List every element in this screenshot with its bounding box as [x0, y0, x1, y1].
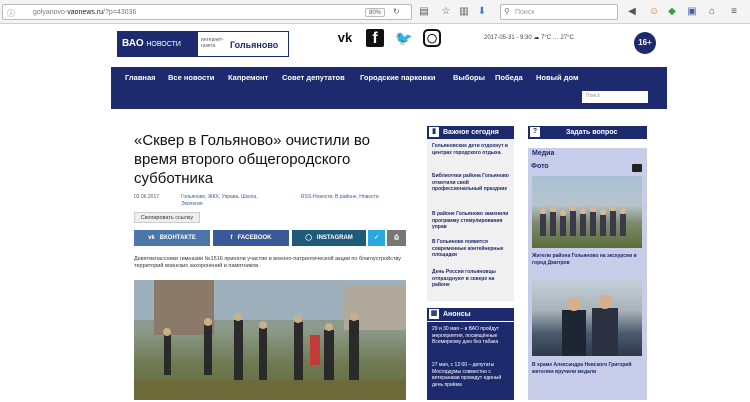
vk-icon[interactable]: vk [334, 28, 356, 48]
media-caption-1[interactable]: Жители района Гольяново на экскурсии в г… [532, 253, 642, 266]
article-title: «Сквер в Гольяново» очистили во время вт… [134, 132, 371, 187]
list-item[interactable]: День России гольяновцы отпразднуют в скв… [432, 269, 510, 289]
extension-icon[interactable]: ☺ [648, 6, 660, 18]
search-placeholder: Поиск [515, 9, 535, 16]
camera-icon[interactable] [632, 164, 642, 172]
question-icon: ? [530, 127, 540, 137]
today-heading: ▮ Важное сегодня [427, 126, 514, 139]
article-date: 02.06.2017 [134, 194, 160, 200]
shield-icon[interactable]: ◆ [666, 6, 678, 18]
media-caption-2[interactable]: В храме Александра Невского Григорий жит… [532, 362, 642, 375]
print-button[interactable]: ⎙ [387, 230, 406, 246]
logo-brand: ВАО НОВОСТИ [118, 32, 198, 56]
browser-toolbar: ⓘ golyanovo-vaonews.ru/?p=43036 80% ↻ ▤ … [0, 0, 750, 24]
logo-caption: интернет-газета [201, 37, 224, 49]
reader-view-icon[interactable]: ▤ [418, 6, 430, 18]
anons-heading: ▦ Анонсы [427, 308, 514, 321]
share-instagram-button[interactable]: ◯ INSTAGRAM [292, 230, 366, 246]
print-icon: ⎙ [394, 235, 399, 241]
date-weather: 2017-05-31 - 9:30 ☁ 7°C … 27°C [484, 35, 574, 41]
article-lead: Девятиклассники гимназии №1516 приняли у… [134, 256, 402, 269]
bookmark-star-icon[interactable]: ☆ [440, 6, 452, 18]
vk-extension-icon[interactable]: ▣ [686, 6, 698, 18]
list-item[interactable]: В районе Гольяново заменили программу ст… [432, 211, 510, 231]
list-item[interactable]: 27 мая, с 12:00 – депутаты Мосгордумы со… [432, 362, 510, 388]
nav-item-council[interactable]: Совет депутатов [282, 73, 345, 82]
age-badge: 16+ [634, 32, 656, 54]
media-photo-excursion-figures [540, 205, 626, 236]
media-photo-excursion[interactable] [532, 176, 642, 248]
today-list: Гольяновские дети отдохнут в центрах гор… [427, 139, 514, 301]
menu-icon[interactable]: ≡ [728, 6, 740, 18]
send-icon[interactable]: ◀ [626, 6, 638, 18]
list-item[interactable]: Гольяновские дети отдохнут в центрах гор… [432, 143, 510, 156]
address-bar[interactable]: ⓘ golyanovo-vaonews.ru/?p=43036 80% ↻ [2, 4, 412, 20]
info-icon[interactable]: ⓘ [7, 8, 15, 19]
nav-item-victory[interactable]: Победа [495, 73, 523, 82]
nav-item-all-news[interactable]: Все новости [168, 73, 214, 82]
search-icon: ⚲ [504, 7, 510, 16]
facebook-icon: f [230, 235, 233, 241]
nav-item-parking[interactable]: Городские парковки [360, 73, 435, 82]
twitter-icon: ✓ [373, 235, 380, 241]
url-text: golyanovo-vaonews.ru/?p=43036 [33, 9, 137, 16]
media-panel: Медиа Фото Жители района Гольяново на эк… [528, 148, 647, 400]
anons-list: 29 и 30 мая – в ВАО пройдут мероприятия,… [427, 322, 514, 400]
site-search-input[interactable]: Поиск [582, 91, 648, 103]
logo-district: Гольяново [230, 40, 279, 50]
instagram-icon[interactable]: ◯ [423, 29, 441, 47]
nav-item-home[interactable]: Главная [125, 73, 156, 82]
instagram-icon: ◯ [305, 235, 312, 241]
main-nav: Главная Все новости Капремонт Совет депу… [111, 67, 667, 109]
nav-item-new-home[interactable]: Новый дом [536, 73, 579, 82]
article-photo-figures [134, 280, 406, 400]
photo-heading[interactable]: Фото [531, 163, 549, 170]
nav-item-elections[interactable]: Выборы [453, 73, 485, 82]
list-item[interactable]: В Гольянове появятся современные контейн… [432, 239, 510, 259]
article-tags[interactable]: Гольяново, ЖКХ, Управа, Школа, Экология [181, 194, 258, 208]
facebook-icon[interactable]: f [366, 29, 384, 47]
site-logo[interactable]: ВАО НОВОСТИ интернет-газета Гольяново [117, 31, 289, 57]
list-item[interactable]: Библиотеки района Гольяново отметили сво… [432, 173, 510, 193]
article-photo [134, 280, 406, 400]
list-item[interactable]: 29 и 30 мая – в ВАО пройдут мероприятия,… [432, 326, 510, 346]
media-heading: Медиа [532, 150, 555, 157]
bookmarks-icon[interactable]: ▥ [458, 6, 470, 18]
share-facebook-button[interactable]: f FACEBOOK [213, 230, 289, 246]
vk-icon: vk [148, 235, 155, 241]
calendar-icon: ▦ [429, 309, 439, 319]
share-vk-button[interactable]: vk ВКОНТАКТЕ [134, 230, 210, 246]
ask-question-button[interactable]: ? Задать вопрос [528, 126, 647, 139]
site-search-placeholder: Поиск [586, 93, 600, 99]
copy-link-button[interactable]: Скопировать ссылку [134, 212, 200, 223]
nav-item-repair[interactable]: Капремонт [228, 73, 268, 82]
info-icon: ▮ [429, 127, 439, 137]
share-twitter-button[interactable]: ✓ [368, 230, 385, 246]
download-icon[interactable]: ⬇ [476, 6, 488, 18]
browser-search[interactable]: ⚲ Поиск [500, 4, 618, 20]
media-photo-medals[interactable] [532, 280, 642, 356]
home-icon[interactable]: ⌂ [706, 6, 718, 18]
media-photo-medals-figures [562, 295, 618, 356]
zoom-level[interactable]: 80% [365, 8, 385, 17]
reload-icon[interactable]: ↻ [393, 7, 400, 16]
twitter-icon[interactable]: 🐦 [394, 28, 414, 48]
article-categories[interactable]: RSS-Новости, В районе, Новости [301, 194, 379, 201]
